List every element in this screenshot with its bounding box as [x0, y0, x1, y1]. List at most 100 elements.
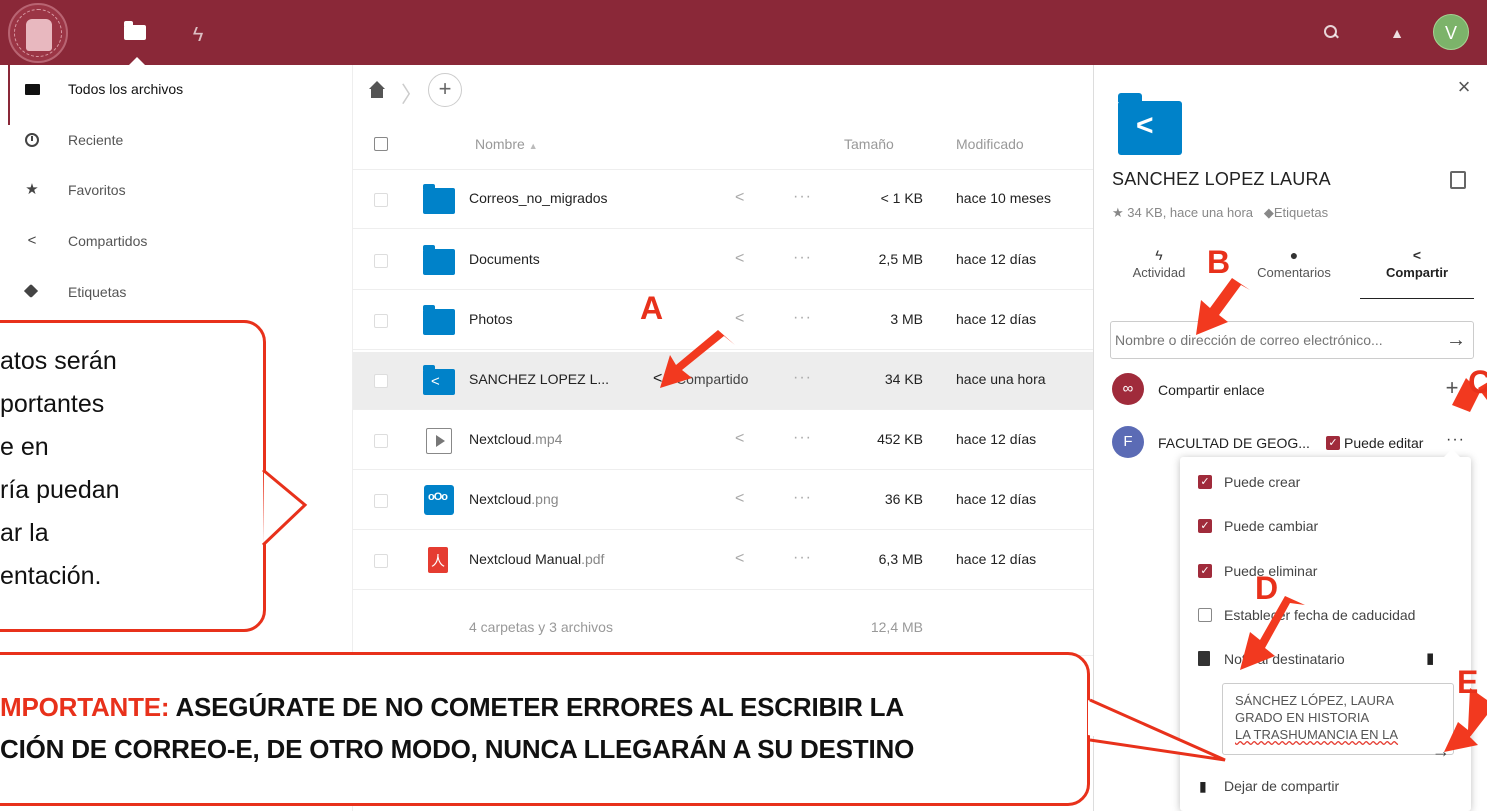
checkbox-checked[interactable]: ✓: [1198, 519, 1212, 533]
row-checkbox[interactable]: [374, 554, 388, 568]
share-link-label: Compartir enlace: [1158, 382, 1265, 398]
details-sidebar: × < SANCHEZ LOPEZ LAURA ★ 34 KB, hace un…: [1093, 65, 1487, 811]
tab-activity[interactable]: ϟ Actividad: [1114, 245, 1204, 299]
checkbox-checked[interactable]: ✓: [1198, 564, 1212, 578]
folder-icon: [423, 184, 455, 214]
details-meta: ★ 34 KB, hace una hora ◆Etiquetas: [1112, 205, 1329, 220]
share-icon[interactable]: <: [735, 189, 755, 209]
file-modified: hace 12 días: [956, 431, 1037, 447]
row-checkbox[interactable]: [374, 374, 388, 388]
menu-item-set-expiration[interactable]: Establecer fecha de caducidad: [1180, 593, 1471, 637]
table-row[interactable]: oOo Nextcloud.png < ··· 36 KB hace 12 dí…: [353, 472, 1093, 530]
table-row[interactable]: Nextcloud Manual.pdf < ··· 6,3 MB hace 1…: [353, 532, 1093, 590]
files-app-icon[interactable]: [110, 0, 160, 65]
top-bar: ϟ ▲ V: [0, 0, 1487, 65]
column-name-header[interactable]: Nombre ▲: [475, 136, 538, 152]
sidebar-item-all-files[interactable]: Todos los archivos: [0, 65, 353, 113]
file-size: 452 KB: [877, 431, 923, 447]
file-name[interactable]: Nextcloud Manual.pdf: [469, 551, 604, 567]
recipient-avatar: F: [1112, 426, 1144, 458]
share-icon[interactable]: <: [735, 430, 755, 450]
close-icon[interactable]: ×: [1454, 76, 1474, 98]
menu-item-can-delete[interactable]: ✓ Puede eliminar: [1180, 549, 1471, 593]
select-all-checkbox[interactable]: [374, 137, 388, 151]
university-logo[interactable]: [8, 3, 68, 63]
add-new-button[interactable]: +: [428, 73, 462, 107]
more-actions-icon[interactable]: ···: [793, 369, 812, 387]
folder-icon: [423, 305, 455, 335]
share-recipient-input[interactable]: [1110, 321, 1474, 359]
user-avatar[interactable]: V: [1433, 14, 1469, 50]
can-edit-label[interactable]: Puede editar: [1344, 435, 1423, 451]
menu-item-can-create[interactable]: ✓ Puede crear: [1180, 460, 1471, 504]
table-row-selected[interactable]: < SANCHEZ LOPEZ L... < Compartido ··· 34…: [353, 352, 1093, 410]
file-name[interactable]: Documents: [469, 251, 540, 267]
sidebar-item-favorites[interactable]: ★ Favoritos: [0, 166, 353, 214]
submit-arrow-icon[interactable]: →: [1444, 327, 1468, 353]
note-textarea[interactable]: SÁNCHEZ LÓPEZ, LAURA GRADO EN HISTORIA L…: [1222, 683, 1454, 755]
file-name[interactable]: Photos: [469, 311, 513, 327]
file-name[interactable]: Correos_no_migrados: [469, 190, 608, 206]
column-modified-header[interactable]: Modificado: [956, 136, 1024, 152]
bolt-icon: ϟ: [1155, 247, 1163, 263]
share-icon[interactable]: <: [735, 490, 755, 510]
more-actions-icon[interactable]: ···: [793, 249, 812, 267]
star-icon[interactable]: ★: [1112, 205, 1124, 220]
tab-share[interactable]: < Compartir: [1360, 245, 1474, 299]
sidebar-item-shared[interactable]: < Compartidos: [0, 217, 353, 265]
tag-icon: ◆: [1263, 205, 1274, 220]
annotation-label-d: D: [1255, 570, 1279, 606]
more-actions-icon[interactable]: ···: [793, 429, 812, 447]
details-title: SANCHEZ LOPEZ LAURA: [1112, 169, 1331, 189]
file-name[interactable]: Nextcloud.mp4: [469, 431, 562, 447]
share-icon[interactable]: <: [735, 310, 755, 330]
folder-icon: [24, 81, 40, 97]
clock-icon: [24, 132, 40, 148]
table-row[interactable]: Photos < ··· 3 MB hace 12 días: [353, 292, 1093, 350]
summary-count: 4 carpetas y 3 archivos: [469, 619, 613, 635]
menu-item-note[interactable]: Nota al destinatario ▮: [1180, 637, 1471, 681]
file-size: 34 KB: [884, 371, 923, 387]
menu-item-can-change[interactable]: ✓ Puede cambiar: [1180, 504, 1471, 548]
send-note-arrow-icon[interactable]: →: [1432, 741, 1450, 762]
home-icon[interactable]: [369, 81, 387, 99]
sidebar-item-recent[interactable]: Reciente: [0, 116, 353, 164]
row-checkbox[interactable]: [374, 314, 388, 328]
clipboard-icon[interactable]: [1450, 171, 1466, 189]
share-icon[interactable]: <: [735, 550, 755, 570]
row-checkbox[interactable]: [374, 254, 388, 268]
can-edit-checkbox[interactable]: ✓: [1326, 436, 1340, 450]
more-actions-icon[interactable]: ···: [793, 489, 812, 507]
file-modified: hace 12 días: [956, 251, 1037, 267]
file-size: < 1 KB: [880, 190, 923, 206]
share-icon: <: [27, 232, 37, 249]
row-checkbox[interactable]: [374, 193, 388, 207]
column-size-header[interactable]: Tamaño: [844, 136, 894, 152]
add-link-button[interactable]: +: [1440, 376, 1464, 400]
tags-link[interactable]: Etiquetas: [1274, 205, 1328, 220]
table-row[interactable]: Documents < ··· 2,5 MB hace 12 días: [353, 232, 1093, 290]
bell-icon[interactable]: ▲: [1384, 20, 1410, 46]
share-icon[interactable]: <: [653, 370, 673, 390]
shared-status-label[interactable]: Compartido: [676, 371, 748, 387]
table-row[interactable]: Correos_no_migrados < ··· < 1 KB hace 10…: [353, 171, 1093, 229]
row-checkbox[interactable]: [374, 434, 388, 448]
table-row[interactable]: Nextcloud.mp4 < ··· 452 KB hace 12 días: [353, 412, 1093, 470]
more-actions-icon[interactable]: ···: [793, 188, 812, 206]
file-name[interactable]: SANCHEZ LOPEZ L...: [469, 371, 609, 387]
more-actions-icon[interactable]: ···: [793, 309, 812, 327]
share-icon[interactable]: <: [735, 250, 755, 270]
row-checkbox[interactable]: [374, 494, 388, 508]
more-actions-icon[interactable]: ···: [793, 549, 812, 567]
more-options-icon[interactable]: ···: [1446, 431, 1465, 449]
activity-bolt-icon[interactable]: ϟ: [183, 20, 213, 50]
checkbox-checked[interactable]: ✓: [1198, 475, 1212, 489]
tab-comments[interactable]: ● Comentarios: [1234, 245, 1354, 299]
sidebar-item-tags[interactable]: Etiquetas: [0, 268, 353, 316]
file-modified: hace 12 días: [956, 491, 1037, 507]
checkbox-unchecked[interactable]: [1198, 608, 1212, 622]
search-icon[interactable]: [1318, 20, 1344, 46]
trash-icon[interactable]: ▮: [1426, 649, 1434, 667]
menu-item-unshare[interactable]: ▮ Dejar de compartir: [1180, 769, 1471, 799]
file-name[interactable]: Nextcloud.png: [469, 491, 559, 507]
